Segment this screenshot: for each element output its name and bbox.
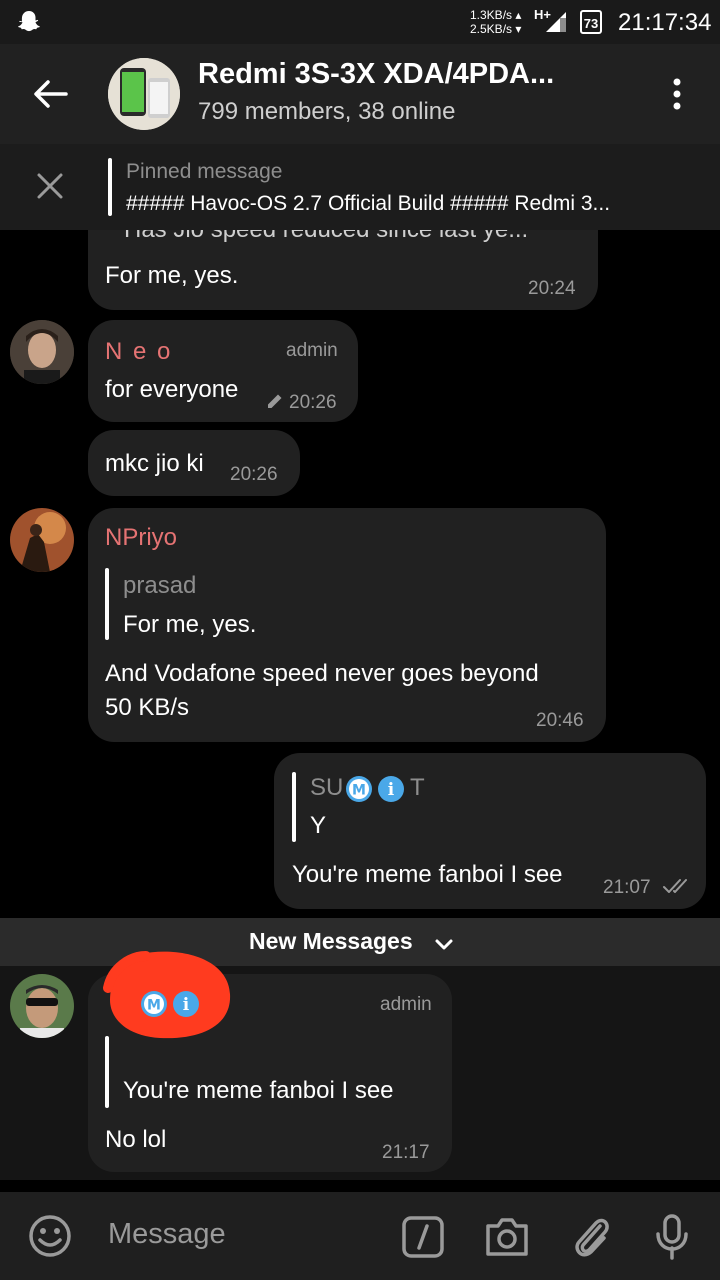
quote-author-suffix: T [410,774,425,801]
user-photo-icon [10,320,74,384]
message-text: mkc jio ki [105,450,204,477]
double-check-icon [663,879,687,893]
pinned-message-bar-overlay: Pinned message ##### Havoc-OS 2.7 Offici… [0,144,720,230]
svg-text:i: i [388,780,395,800]
sender-name[interactable]: NPriyo [105,524,177,552]
admin-label: admin [286,340,338,361]
chat-title[interactable]: Redmi 3S-3X XDA/4PDA... [198,58,554,91]
message-text: For me, yes. [105,262,239,289]
avatar[interactable] [10,508,74,572]
pinned-text[interactable]: ##### Havoc-OS 2.7 Official Build ##### … [126,192,610,216]
chat-header: Redmi 3S-3X XDA/4PDA... 799 members, 38 … [0,44,720,144]
quote-text[interactable]: You're meme fanboi I see [123,1077,394,1105]
new-messages-label: New Messages [249,928,413,954]
signal-icon [546,12,566,32]
message-time: 20:26 [289,392,337,413]
bot-command-icon[interactable] [402,1216,444,1258]
network-speed: 1.3KB/s ▴ 2.5KB/s ▾ [470,8,522,36]
user-photo-icon [10,508,74,572]
pinned-label: Pinned message [126,160,283,183]
message-text: No lol [105,1126,167,1153]
svg-text:i: i [183,995,190,1015]
sender-name[interactable]: N e o [105,338,172,366]
camera-icon[interactable] [484,1214,530,1258]
svg-text:M: M [147,998,161,1014]
chevron-down-icon [435,939,453,950]
quote-bar [105,1036,109,1108]
status-clock: 21:17:34 [618,9,712,36]
message-time: 20:26 [230,464,278,485]
avatar[interactable] [10,974,74,1038]
quote-bar [105,568,109,640]
message-time: 20:24 [528,278,576,299]
close-icon[interactable] [36,172,64,200]
admin-label: admin [380,994,432,1015]
message-text: You're meme fanboi I see [292,861,563,888]
more-vert-icon[interactable] [662,74,692,114]
avatar[interactable] [10,320,74,384]
status-bar: 1.3KB/s ▴ 2.5KB/s ▾ H+ 73 21:17:34 [0,0,720,44]
message-input-bar: Message [0,1192,720,1280]
pencil-icon [268,394,282,408]
quote-text[interactable]: Y [310,812,326,840]
quote-text[interactable]: For me, yes. [123,611,256,639]
phone-image-icon [108,58,180,130]
mic-icon[interactable] [654,1214,690,1260]
message-text-line1: And Vodafone speed never goes beyond [105,660,539,687]
attach-icon[interactable] [570,1212,612,1260]
svg-text:M: M [352,783,366,799]
user-photo-icon [10,974,74,1038]
pinned-accent-bar [108,158,112,216]
message-time: 21:07 [603,877,651,898]
message-time: 20:46 [536,710,584,731]
quote-author-prefix: SU [310,774,344,801]
chat-subtitle[interactable]: 799 members, 38 online [198,98,455,126]
upload-speed: 1.3KB/s [470,8,513,22]
message-text: for everyone [105,376,239,403]
snapchat-icon [18,11,40,32]
quote-author[interactable]: prasad [123,572,196,600]
group-avatar[interactable] [108,58,180,130]
battery-indicator: 73 [580,10,602,34]
emoji-icon[interactable] [28,1214,72,1258]
redaction-scribble: M i [103,951,231,1039]
download-speed: 2.5KB/s [470,22,513,36]
back-arrow-icon[interactable] [30,78,70,110]
message-time: 21:17 [382,1142,430,1163]
message-text-line2: 50 KB/s [105,694,190,721]
emoji-badges-icon: M i [346,776,404,802]
quote-bar [292,772,296,842]
message-input[interactable]: Message [108,1218,226,1251]
